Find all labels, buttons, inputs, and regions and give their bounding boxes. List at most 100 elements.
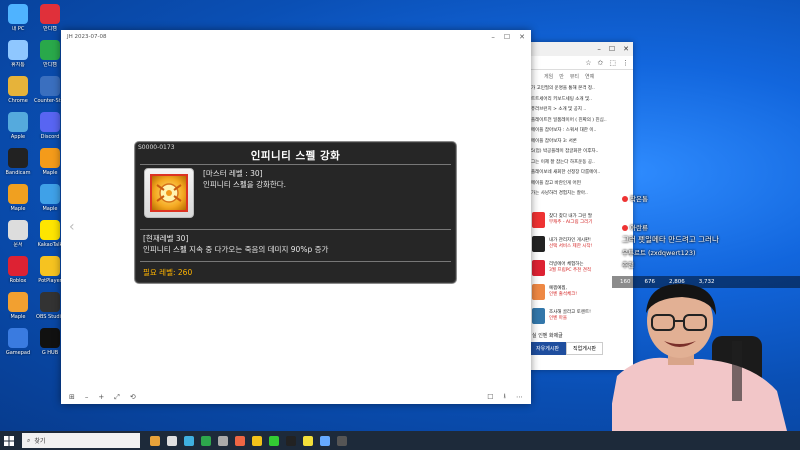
desktop-icon[interactable]: 내 PC [2,2,34,38]
news-item[interactable]: 메이플 잡아보자 3: 서론 [531,137,633,148]
file-icon [8,220,28,240]
board-tab-free[interactable]: 자유게시판 [529,341,567,355]
roblox-icon [8,256,28,276]
skill-description-block: [마스터 레벨 : 30] 인피니티 스펠을 강화한다. [203,168,286,190]
desktop-icon[interactable]: Maple [2,182,34,218]
ad-title: 내가 관리자인 게시판! [549,237,591,243]
obs-icon [40,292,60,312]
desktop-icon[interactable]: Maple [2,290,34,326]
viewer-titlebar: JH 2023-07-08 – ☐ ✕ [61,30,531,44]
taskbar-app-icon[interactable] [252,435,262,446]
download-icon[interactable]: ⭳ [504,392,506,403]
browser-titlebar: – ☐ ✕ [529,42,633,56]
tab-comic[interactable]: 만 [559,73,564,80]
tab-icon[interactable]: ⬚ [609,59,616,67]
chat-line: 그러 펫일메타 만드려고 그러나 [622,235,719,244]
ad-subtitle: 부캐추 - AI그림 그리기 [549,219,593,225]
tab-game[interactable]: 게임 [544,73,553,80]
browser-maximize-button[interactable]: ☐ [609,45,615,53]
taskbar-app-icon[interactable] [218,435,228,446]
desktop-icon-label: Apple [10,134,26,140]
bookmark-icon[interactable]: ☐ [487,393,493,401]
discord-icon [40,112,60,132]
previous-image-button[interactable]: ‹ [69,219,75,235]
news-item[interactable]: 플레이트전 일품레이어 ( 진짜의 ) 진심.. [531,116,633,127]
chat-badge-icon [622,196,628,202]
browser-close-button[interactable]: ✕ [623,45,629,53]
taskbar-app-icon[interactable] [184,435,194,446]
taskbar-app-icon[interactable] [150,435,160,446]
more-icon[interactable]: ⋮ [622,59,629,67]
taskbar-app-icon[interactable] [286,435,296,446]
skill-tooltip: S0000-0173 인피니티 스펠 강화 [마스터 레벨 : 30] 인피니티… [134,141,457,284]
fit-icon[interactable]: ⤢ [114,393,120,402]
bandicam-icon [40,4,60,24]
ad-subtitle: 선택 서비스 제한 시작! [549,243,593,249]
zoom-out-icon[interactable]: – [85,393,89,401]
start-button[interactable] [0,431,18,450]
collections-icon[interactable]: ✩ [598,59,604,67]
taskbar-app-icon[interactable] [167,435,177,446]
viewer-maximize-button[interactable]: ☐ [504,33,510,41]
taskbar-app-icon[interactable] [235,435,245,446]
news-item[interactable]: 메이플 잡아보자 : 스쿼셔 대한 이.. [531,126,633,137]
gamepad-icon [8,328,28,348]
master-level: [마스터 레벨 : 30] [203,169,263,178]
news-item[interactable]: 플레이보네 새회한 선정장 다룸에이.. [531,168,633,179]
news-item[interactable]: 트트세어리 키보드세팅 소개 및.. [531,95,633,106]
browser-minimize-button[interactable]: – [597,45,601,53]
viewer-close-button[interactable]: ✕ [519,33,525,41]
kakaotalk-icon [40,220,60,240]
taskbar-app-icon[interactable] [303,435,313,446]
taskbar-search-box[interactable]: ⌕ 찾기 [22,433,140,448]
current-level: [현재레벨 30] [143,234,189,243]
board-tab-job[interactable]: 직업게시판 [566,341,604,355]
bandicut-icon [40,40,60,60]
desktop-icon[interactable]: Apple [2,110,34,146]
desktop-icon-label: 내 PC [11,26,25,32]
desktop-icon[interactable]: Gamepad [2,326,34,362]
desktop-icon-label: Chrome [8,98,28,104]
desktop-icon[interactable]: Bandicam [2,146,34,182]
desktop-icon-label: Maple [10,206,26,212]
news-item[interactable]: 퓨러브런치 > 소개 및 공지 .. [531,105,633,116]
news-item[interactable]: 가 고민필의 운명을 통해 본격 정.. [531,84,633,95]
desktop-icon-label: Bandicam [5,170,31,176]
taskbar-app-icon[interactable] [320,435,330,446]
streamer-webcam [612,281,800,431]
desktop-icon[interactable]: 문서 [2,218,34,254]
taskbar-app-icon[interactable] [337,435,347,446]
rotate-icon[interactable]: ⟲ [130,393,136,401]
skill-description: 인피니티 스펠을 강화한다. [203,180,287,189]
news-item[interactable]: 5(업) 박공플레이 잡글화한 이후자.. [531,147,633,158]
zoom-in-icon[interactable]: + [98,393,104,401]
tab-beauty[interactable]: 뷰티 [570,73,579,80]
tab-ent[interactable]: 연예 [585,73,594,80]
desktop-icon-label: 문서 [13,242,23,248]
desktop-icon-label: Gamepad [5,350,31,356]
desktop-icon-label: 휴지통 [11,62,25,68]
news-item[interactable]: 그는 이제 잘 잡는다 하프운동 공.. [531,158,633,169]
maple-m-icon [40,184,60,204]
ghub-icon [40,328,60,348]
ad-title: 조사해 골라고 토렌트! [549,309,591,315]
browser-toolbar: ☆ ✩ ⬚ ⋮ [529,56,633,70]
chat-badge-icon [622,225,628,231]
desktop-icon-grid: 내 PC반디캠휴지통반디캠ChromeCounter-StrikeAppleDi… [2,2,66,362]
infinity-spell-icon [150,174,188,212]
more-options-icon[interactable]: ⋯ [516,393,523,401]
desktop-icon[interactable]: Roblox [2,254,34,290]
ad-thumbnail [532,259,545,276]
maple-world-icon [8,184,28,204]
current-level-block: [현재레벨 30] 인피니티 스펠 지속 중 다가오는 죽음의 데미지 90%p… [143,233,328,255]
desktop-icon[interactable]: 휴지통 [2,38,34,74]
favorite-icon[interactable]: ☆ [585,59,591,67]
desktop-icon[interactable]: Chrome [2,74,34,110]
thumbnails-icon[interactable]: ⊞ [69,393,75,401]
search-placeholder: 찾기 [34,438,46,445]
ad-thumbnail [532,235,545,252]
chat-line: 아란류 [622,222,648,232]
viewer-minimize-button[interactable]: – [491,33,495,41]
taskbar-app-icon[interactable] [201,435,211,446]
taskbar-app-icon[interactable] [269,435,279,446]
